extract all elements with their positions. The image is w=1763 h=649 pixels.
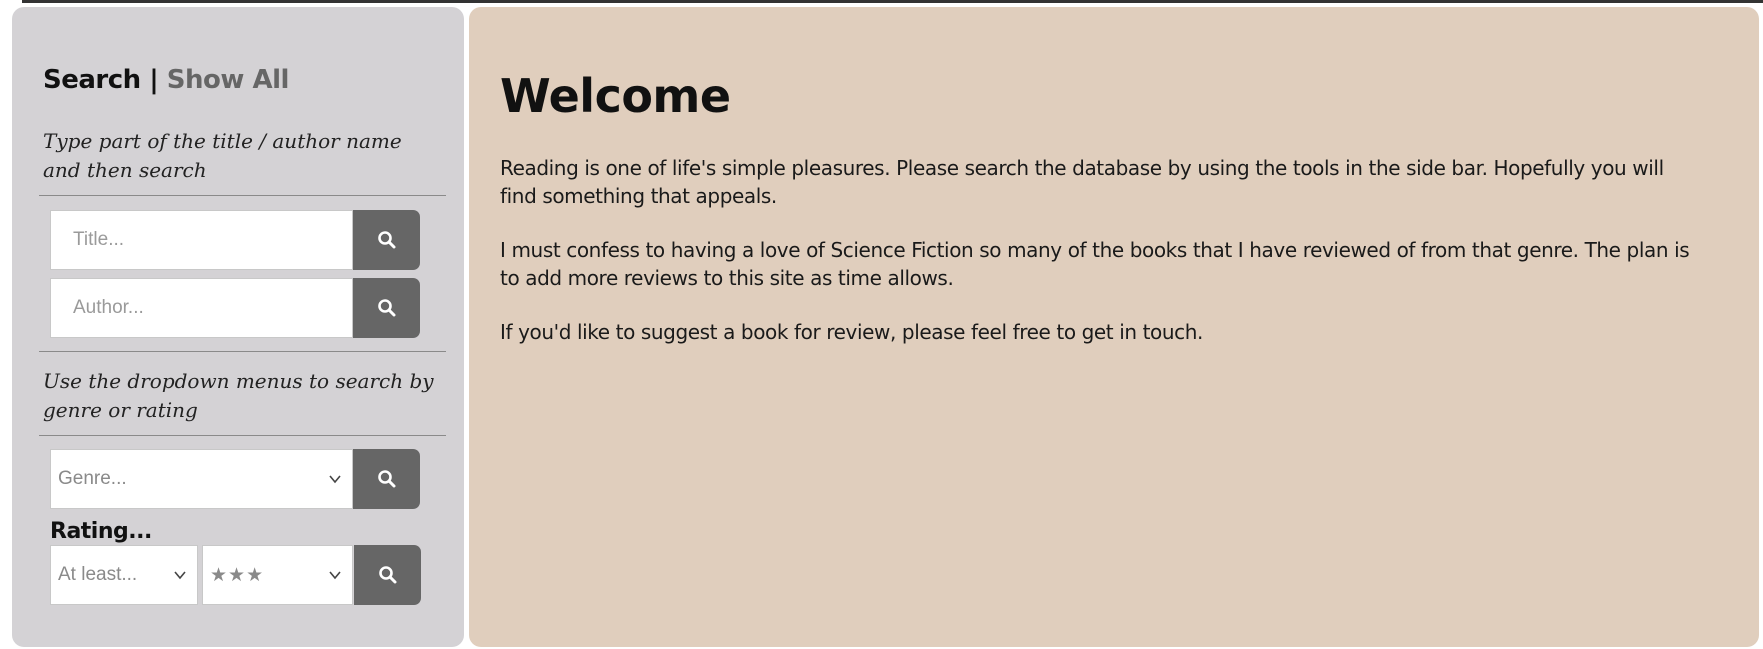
genre-paragraph: I must confess to having a love of Scien… xyxy=(500,238,1690,290)
search-sidebar: Search | Show All Type part of the title… xyxy=(12,7,464,647)
search-label: Search xyxy=(43,65,141,95)
rating-stars-value: ★★★ xyxy=(210,564,265,586)
intro-paragraph: Reading is one of life's simple pleasure… xyxy=(500,156,1664,208)
chevron-down-icon xyxy=(329,475,341,484)
genre-select[interactable]: Genre... xyxy=(50,449,353,509)
divider xyxy=(39,435,446,436)
rating-comparator-select[interactable]: At least... xyxy=(50,545,198,605)
welcome-panel: Welcome Reading is one of life's simple … xyxy=(469,7,1759,647)
page-title: Welcome xyxy=(500,69,731,123)
search-icon xyxy=(377,231,395,249)
search-icon xyxy=(377,299,395,317)
search-heading: Search | Show All xyxy=(43,65,289,95)
search-icon xyxy=(378,566,396,584)
rating-label: Rating... xyxy=(50,519,152,544)
top-divider xyxy=(22,0,1763,3)
divider xyxy=(39,351,446,352)
chevron-down-icon xyxy=(329,571,341,580)
text-search-hint: Type part of the title / author name and… xyxy=(43,129,402,182)
title-search-button[interactable] xyxy=(353,210,420,270)
dropdown-search-hint: Use the dropdown menus to search by genr… xyxy=(43,369,434,422)
genre-search-button[interactable] xyxy=(353,449,420,509)
author-search-input[interactable] xyxy=(50,278,353,338)
heading-separator: | xyxy=(149,65,159,95)
genre-select-value: Genre... xyxy=(58,468,127,489)
search-icon xyxy=(377,470,395,488)
chevron-down-icon xyxy=(174,571,186,580)
rating-search-button[interactable] xyxy=(354,545,421,605)
author-search-button[interactable] xyxy=(353,278,420,338)
divider xyxy=(39,195,446,196)
rating-comparator-value: At least... xyxy=(58,564,138,585)
rating-stars-select[interactable]: ★★★ xyxy=(202,545,353,605)
show-all-link[interactable]: Show All xyxy=(167,65,290,95)
title-search-input[interactable] xyxy=(50,210,353,270)
contact-paragraph: If you'd like to suggest a book for revi… xyxy=(500,320,1203,344)
